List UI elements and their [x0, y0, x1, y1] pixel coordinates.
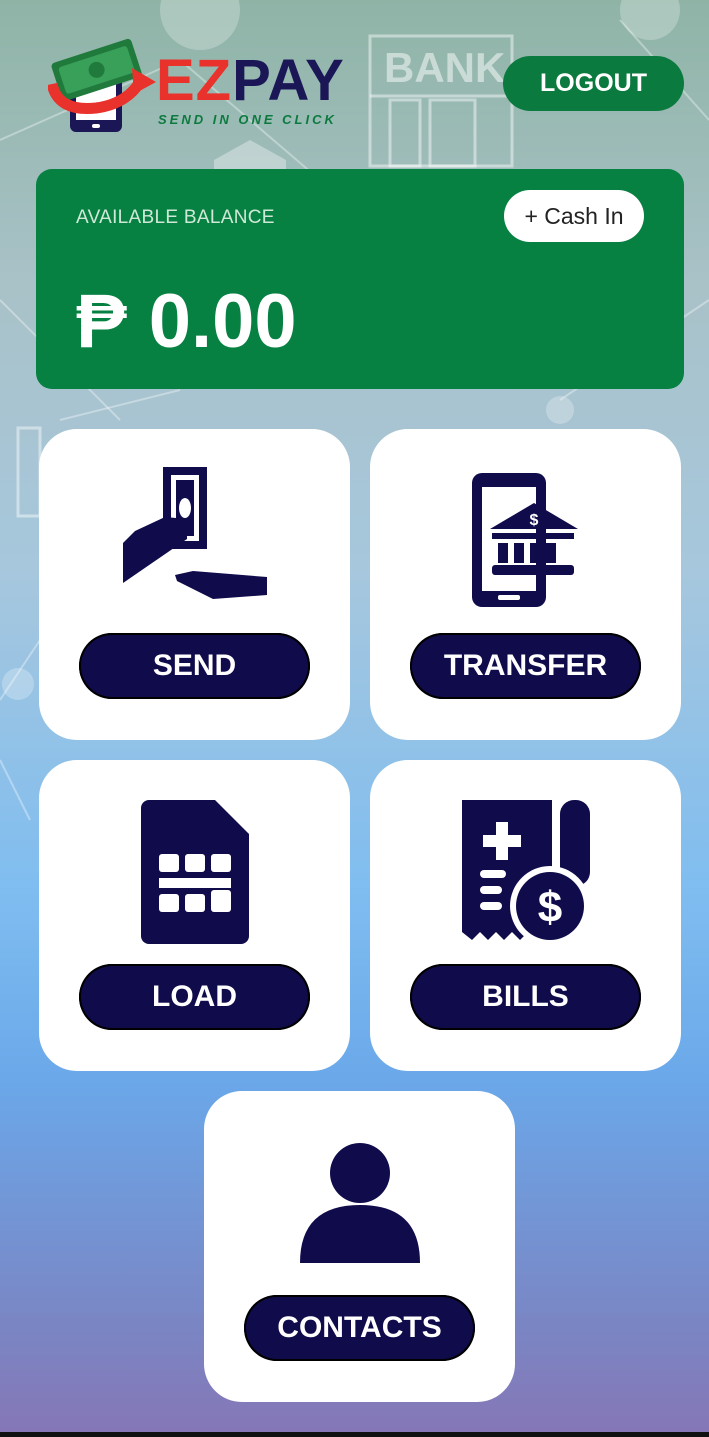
bills-button[interactable]: BILLS [410, 964, 641, 1030]
load-button[interactable]: LOAD [79, 964, 310, 1030]
load-tile[interactable]: LOAD [39, 760, 350, 1071]
send-button[interactable]: SEND [79, 633, 310, 699]
logo-ez-text: EZ [156, 48, 233, 113]
mobile-bank-icon: $ [472, 473, 578, 607]
balance-card: AVAILABLE BALANCE + Cash In ₱ 0.00 [36, 169, 684, 389]
bill-receipt-icon: $ [462, 800, 590, 946]
transfer-button[interactable]: TRANSFER [410, 633, 641, 699]
balance-amount: ₱ 0.00 [76, 277, 297, 367]
logout-button[interactable]: LOGOUT [503, 56, 684, 111]
contacts-button[interactable]: CONTACTS [244, 1295, 475, 1361]
contacts-tile[interactable]: CONTACTS [204, 1091, 515, 1402]
bottom-edge-bar [0, 1432, 709, 1437]
ezpay-logo: EZPAY SEND IN ONE CLICK [48, 38, 358, 138]
send-tile[interactable]: SEND [39, 429, 350, 740]
svg-text:$: $ [530, 512, 539, 529]
svg-text:$: $ [538, 883, 562, 932]
currency-symbol: ₱ [76, 279, 127, 364]
money-hand-icon [123, 467, 267, 599]
bills-tile[interactable]: $ BILLS [370, 760, 681, 1071]
available-balance-label: AVAILABLE BALANCE [76, 207, 275, 228]
logo-tagline: SEND IN ONE CLICK [158, 112, 337, 127]
sim-card-icon [141, 800, 249, 944]
logo-money-phone-icon [48, 38, 156, 132]
person-icon [300, 1143, 420, 1263]
cash-in-button[interactable]: + Cash In [504, 190, 644, 242]
svg-text:BANK: BANK [384, 44, 505, 91]
logo-wordmark: EZPAY [156, 50, 345, 112]
transfer-tile[interactable]: $ TRANSFER [370, 429, 681, 740]
logo-pay-text: PAY [232, 48, 345, 113]
balance-value: 0.00 [148, 279, 297, 364]
